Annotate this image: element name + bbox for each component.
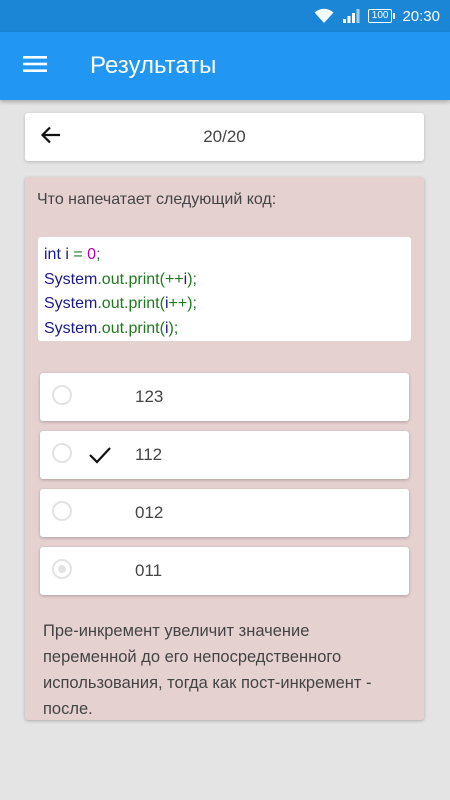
battery-icon: 100 bbox=[367, 9, 396, 23]
back-button[interactable] bbox=[37, 123, 65, 151]
signal-icon bbox=[342, 8, 360, 24]
checkmark-icon bbox=[88, 444, 112, 466]
answer-option-3[interactable]: 012 bbox=[40, 489, 409, 537]
page-title: Результаты bbox=[90, 52, 217, 79]
question-counter: 20/20 bbox=[203, 127, 246, 146]
code-line: System.out.print(++i); bbox=[44, 270, 197, 288]
question-card: Что напечатает следующий код: int i = 0;… bbox=[25, 177, 424, 720]
app-bar: Результаты bbox=[0, 32, 450, 100]
answer-explanation: Пре-инкремент увеличит значение переменн… bbox=[43, 622, 372, 718]
arrow-left-icon bbox=[39, 123, 63, 152]
code-line: System.out.print(i); bbox=[44, 319, 179, 337]
option-label: 123 bbox=[135, 387, 164, 406]
question-prompt: Что напечатает следующий код: bbox=[37, 191, 277, 208]
menu-icon bbox=[23, 54, 47, 79]
wifi-icon bbox=[314, 8, 334, 24]
answer-option-2[interactable]: 112 bbox=[40, 431, 409, 479]
radio-button[interactable] bbox=[52, 385, 72, 405]
status-bar: 100 20:30 bbox=[0, 0, 450, 32]
radio-button-selected[interactable] bbox=[52, 559, 72, 579]
option-label: 112 bbox=[135, 445, 163, 464]
radio-button[interactable] bbox=[52, 443, 72, 463]
progress-card: 20/20 bbox=[25, 113, 424, 161]
code-line: System.out.print(i++); bbox=[44, 295, 197, 312]
radio-button[interactable] bbox=[52, 501, 72, 521]
menu-button[interactable] bbox=[0, 32, 70, 100]
clock: 20:30 bbox=[402, 7, 440, 25]
code-line: int i = 0; bbox=[44, 246, 101, 263]
answer-option-4[interactable]: 011 bbox=[40, 547, 409, 595]
option-label: 012 bbox=[135, 503, 164, 522]
code-snippet: int i = 0; System.out.print(++i); System… bbox=[38, 237, 411, 341]
answer-option-1[interactable]: 123 bbox=[40, 373, 409, 421]
option-label: 011 bbox=[135, 561, 163, 580]
